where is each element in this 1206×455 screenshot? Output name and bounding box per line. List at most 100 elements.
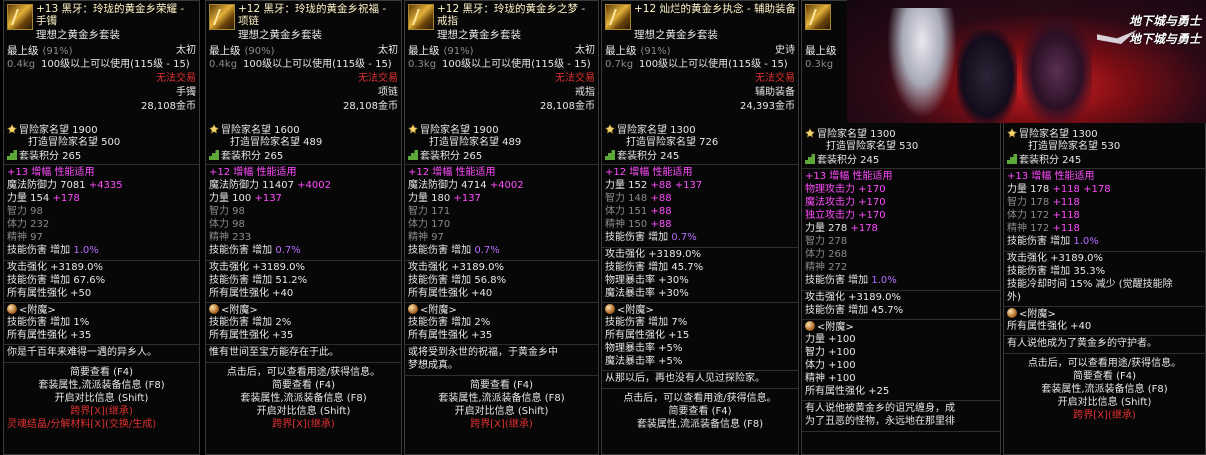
tooltip-header: +12 黑牙：玲珑的黄金乡祝福 - 项链 理想之黄金乡套装 最上级 (90%) 太初 0.… <box>206 1 401 119</box>
set-points-row: 套装积分 245 <box>802 154 1000 167</box>
level-requirement: 100级以上可以使用(115级 - 15) <box>442 59 591 70</box>
flavor-text: 你是千百年来难得一遇的异乡人。 <box>7 347 157 358</box>
stat-line: 魔法防御力 11407 +4002 <box>209 180 331 191</box>
cross-inherit-link[interactable]: 跨界[X](继承) <box>206 419 401 432</box>
stat-line: 技能伤害 增加 0.7% <box>605 232 697 243</box>
hint-line[interactable]: 点击后，可以查看用途/获得信息。 <box>1004 358 1205 371</box>
item-icon[interactable] <box>805 4 831 30</box>
divider <box>602 164 798 165</box>
enchant-orb-icon <box>209 304 219 314</box>
stat-line: 精神 97 <box>408 232 444 243</box>
item-slot: 手镯 <box>176 87 196 98</box>
forge-reputation-value: 打造冒险家名望 489 <box>429 137 522 148</box>
character-figure <box>887 8 957 118</box>
requirement-row: 0.4kg 100级以上可以使用(115级 - 15) <box>209 59 398 71</box>
enchant-line: 技能伤害 增加 2% <box>209 317 292 328</box>
stat-line: 所有属性强化 +40 <box>209 288 294 299</box>
set-name: 理想之黄金乡套装 <box>238 29 322 41</box>
enchant-title: <附魔> <box>817 322 854 333</box>
stat-line: 攻击强化 +3189.0% <box>605 249 702 260</box>
hint-line[interactable]: 简要查看 (F4) <box>4 367 199 380</box>
hint-line[interactable]: 开启对比信息 (Shift) <box>4 393 199 406</box>
hint-line[interactable]: 简要查看 (F4) <box>1004 371 1205 384</box>
stat-bonus: 1.0% <box>1073 236 1099 247</box>
set-points-row: 套装积分 265 <box>206 150 401 163</box>
hint-line[interactable]: 点击后，可以查看用途/获得信息。 <box>206 367 401 380</box>
forge-reputation-row: 打造冒险家名望 726 <box>602 137 798 150</box>
enchant-header: <附魔> <box>4 304 199 317</box>
hint-line[interactable]: 套装属性,流派装备信息 (F8) <box>602 419 798 432</box>
stat-bonus: 1.0% <box>871 275 897 286</box>
stat-line: 力量 278 +178 <box>805 223 878 234</box>
item-icon[interactable] <box>605 4 631 30</box>
level-percent: (90%) <box>244 46 275 57</box>
hint-line[interactable]: 套装属性,流派装备信息 (F8) <box>206 393 401 406</box>
item-icon[interactable] <box>209 4 235 30</box>
stat-line: 攻击强化 +3189.0% <box>805 292 902 303</box>
stat-line: 技能伤害 增加 45.7% <box>605 262 704 273</box>
flavor-text: 为了丑恶的怪物，永远地在那里徘 <box>805 416 955 427</box>
item-tooltip-panel[interactable]: +12 黑牙：玲珑的黄金乡祝福 - 项链 理想之黄金乡套装 最上级 (90%) 太初 0.… <box>205 0 402 455</box>
item-tooltip-panel[interactable]: +13 黑牙：玲珑的黄金乡荣耀 - 手镯 理想之黄金乡套装 最上级 (91%) 太初 0.… <box>3 0 200 455</box>
divider <box>802 290 1000 291</box>
divider <box>802 400 1000 401</box>
divider <box>1004 168 1205 169</box>
hint-line[interactable]: 套装属性,流派装备信息 (F8) <box>4 380 199 393</box>
stat-line: 体力 172 +118 <box>1007 210 1080 221</box>
stat-bonus: +88 <box>650 193 672 204</box>
stat-line: 魔法防御力 4714 +4002 <box>408 180 524 191</box>
trade-status: 无法交易 <box>358 73 398 84</box>
enchant-line: 所有属性强化 +15 <box>605 330 690 341</box>
hint-line[interactable]: 套装属性,流派装备信息 (F8) <box>405 393 598 406</box>
item-icon[interactable] <box>7 4 33 30</box>
character-figure <box>1022 20 1092 123</box>
reputation-row: 冒险家名望 1300 <box>802 128 1000 141</box>
hint-line[interactable]: 点击后，可以查看用途/获得信息。 <box>602 393 798 406</box>
stat-line: 物理暴击率 +30% <box>605 275 689 286</box>
cross-inherit-link[interactable]: 跨界[X](继承) <box>1004 410 1205 423</box>
stat-line: 技能伤害 增加 1.0% <box>1007 236 1099 247</box>
game-banner-image: 地下城与勇士 地下城与勇士 <box>847 0 1206 123</box>
item-tooltip-panel[interactable]: +12 黑牙：玲珑的黄金乡之梦 - 戒指 理想之黄金乡套装 最上级 (91%) 太初 0.… <box>404 0 599 455</box>
reputation-value: 冒险家名望 1900 <box>19 125 98 136</box>
flavor-text: 惟有世间至宝方能存在于此。 <box>209 347 339 358</box>
hint-line[interactable]: 套装属性,流派装备信息 (F8) <box>1004 384 1205 397</box>
hint-line[interactable]: 开启对比信息 (Shift) <box>1004 397 1205 410</box>
level-percent: (91%) <box>42 46 73 57</box>
divider <box>1004 335 1205 336</box>
reputation-icon <box>1007 128 1017 138</box>
hint-line[interactable]: 开启对比信息 (Shift) <box>405 406 598 419</box>
tooltip-body: 冒险家名望 1300 打造冒险家名望 530 套装积分 245 +13 增幅 性能适用… <box>1004 128 1205 423</box>
cross-inherit-link[interactable]: 跨界[X](继承) <box>4 406 199 419</box>
reputation-value: 冒险家名望 1300 <box>1019 129 1098 140</box>
hint-line[interactable]: 简要查看 (F4) <box>206 380 401 393</box>
item-title: +13 黑牙：玲珑的黄金乡荣耀 - 手镯 <box>36 3 185 27</box>
enchant-header: <附魔> <box>1004 308 1205 321</box>
item-grade: 太初 <box>575 45 595 56</box>
item-tooltip-panel[interactable]: +12 灿烂的黄金乡执念 - 辅助装备 理想之黄金乡套装 最上级 (91%) 史诗 0.7… <box>601 0 799 455</box>
stat-line: 智力 98 <box>209 206 245 217</box>
item-icon[interactable] <box>408 4 434 30</box>
stat-line: 智力 171 <box>408 206 451 217</box>
item-weight: 0.3kg <box>805 59 834 70</box>
stat-line: 攻击强化 +3189.0% <box>7 262 104 273</box>
divider <box>4 362 199 363</box>
hint-line[interactable]: 简要查看 (F4) <box>405 380 598 393</box>
hint-line[interactable]: 简要查看 (F4) <box>602 406 798 419</box>
stat-line: 精神 172 +118 <box>1007 223 1080 234</box>
enchant-line: 所有属性强化 +35 <box>209 330 294 341</box>
game-logo: 地下城与勇士 <box>1129 14 1202 28</box>
stat-bonus: +137 <box>453 193 481 204</box>
level-row: 最上级 (91%) 太初 <box>408 45 595 58</box>
cross-inherit-link[interactable]: 跨界[X](继承) <box>405 419 598 432</box>
hint-line[interactable]: 开启对比信息 (Shift) <box>206 406 401 419</box>
set-points-icon <box>408 150 418 160</box>
forge-reputation-row: 打造冒险家名望 500 <box>4 137 199 150</box>
stat-bonus: +88 <box>650 206 672 217</box>
enchant-line: 技能伤害 增加 7% <box>605 317 688 328</box>
enchant-line: 物理暴击率 +5% <box>605 343 683 354</box>
stat-bonus: +178 <box>52 193 80 204</box>
reputation-icon <box>209 124 219 134</box>
divider <box>1004 353 1205 354</box>
soul-crystal-link[interactable]: 灵魂结晶/分解材料[X](交换/生成) <box>4 419 199 432</box>
